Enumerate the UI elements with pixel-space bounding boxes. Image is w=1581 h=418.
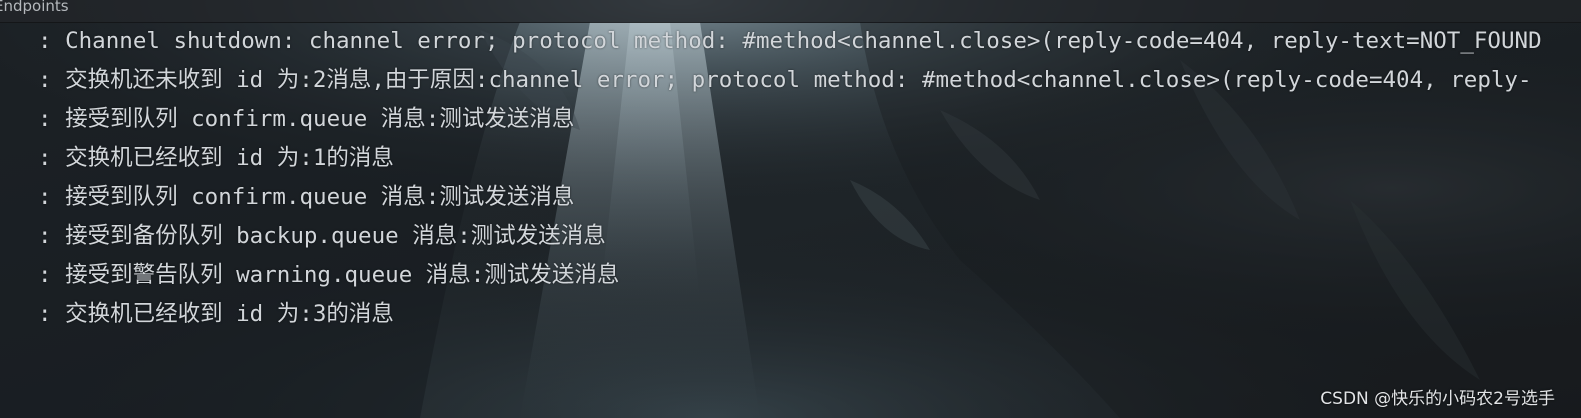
console-log-line: : 交换机还未收到 id 为:2消息,由于原因:channel error; p… xyxy=(38,67,1532,93)
console-log-line: : 交换机已经收到 id 为:1的消息 xyxy=(38,145,394,171)
console-log-line: : 接受到队列 confirm.queue 消息:测试发送消息 xyxy=(38,184,575,210)
console-log-line: : 交换机已经收到 id 为:3的消息 xyxy=(38,301,394,327)
csdn-watermark: CSDN @快乐的小码农2号选手 xyxy=(1320,389,1555,409)
tool-window-header: Endpoints xyxy=(0,0,1581,23)
console-output[interactable]: : Channel shutdown: channel error; proto… xyxy=(0,22,1581,418)
console-log-line: : Channel shutdown: channel error; proto… xyxy=(38,28,1542,54)
endpoints-tab[interactable]: Endpoints xyxy=(0,0,69,15)
console-log-line: : 接受到队列 confirm.queue 消息:测试发送消息 xyxy=(38,106,575,132)
console-log-line: : 接受到警告队列 warning.queue 消息:测试发送消息 xyxy=(38,262,620,288)
console-log-line: : 接受到备份队列 backup.queue 消息:测试发送消息 xyxy=(38,223,606,249)
